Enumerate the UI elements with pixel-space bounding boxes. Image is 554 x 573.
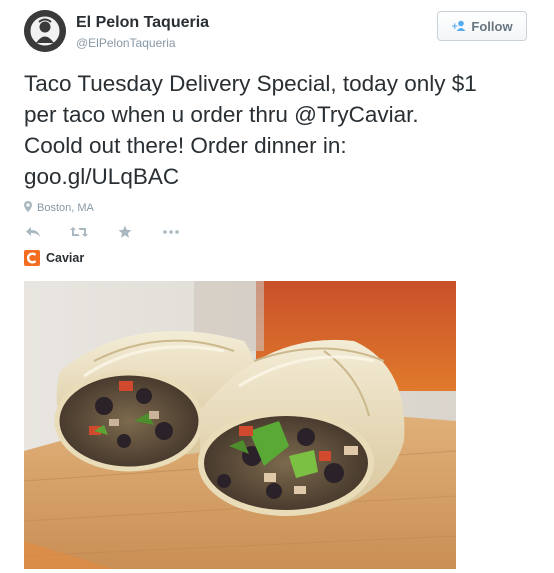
burrito-photo-image (24, 281, 456, 569)
follow-label: Follow (471, 18, 513, 34)
tweet-text-line: Coold out there! Order dinner in: (24, 133, 347, 158)
card-source[interactable]: Caviar (24, 250, 84, 266)
favorite-button[interactable] (116, 223, 134, 241)
location-pin-icon (24, 201, 32, 215)
tweet-link[interactable]: goo.gl/ULqBAC (24, 161, 544, 192)
more-icon (163, 230, 179, 234)
reply-icon (26, 227, 40, 237)
favorite-icon (118, 225, 132, 238)
reply-button[interactable] (24, 223, 42, 241)
author-handle[interactable]: @ElPelonTaqueria (76, 36, 176, 50)
tweet-text-line: Taco Tuesday Delivery Special, today onl… (24, 71, 477, 96)
tweet-text-line: per taco when u order thru @TryCaviar. (24, 102, 419, 127)
author-name[interactable]: El Pelon Taqueria (76, 14, 209, 32)
caviar-logo-icon (24, 250, 40, 266)
more-button[interactable] (162, 223, 180, 241)
el-pelon-logo (24, 10, 66, 52)
retweet-button[interactable] (70, 223, 88, 241)
card-source-label: Caviar (46, 251, 85, 265)
tweet-text: Taco Tuesday Delivery Special, today onl… (24, 68, 544, 192)
tweet-actions (24, 223, 208, 241)
retweet-icon (70, 227, 88, 237)
location[interactable]: Boston, MA (24, 201, 94, 215)
follow-user-icon: + (451, 20, 467, 32)
location-label: Boston, MA (37, 202, 94, 214)
tweet-photo[interactable] (24, 281, 456, 569)
avatar[interactable] (24, 10, 66, 52)
follow-button[interactable]: + Follow (437, 11, 527, 41)
